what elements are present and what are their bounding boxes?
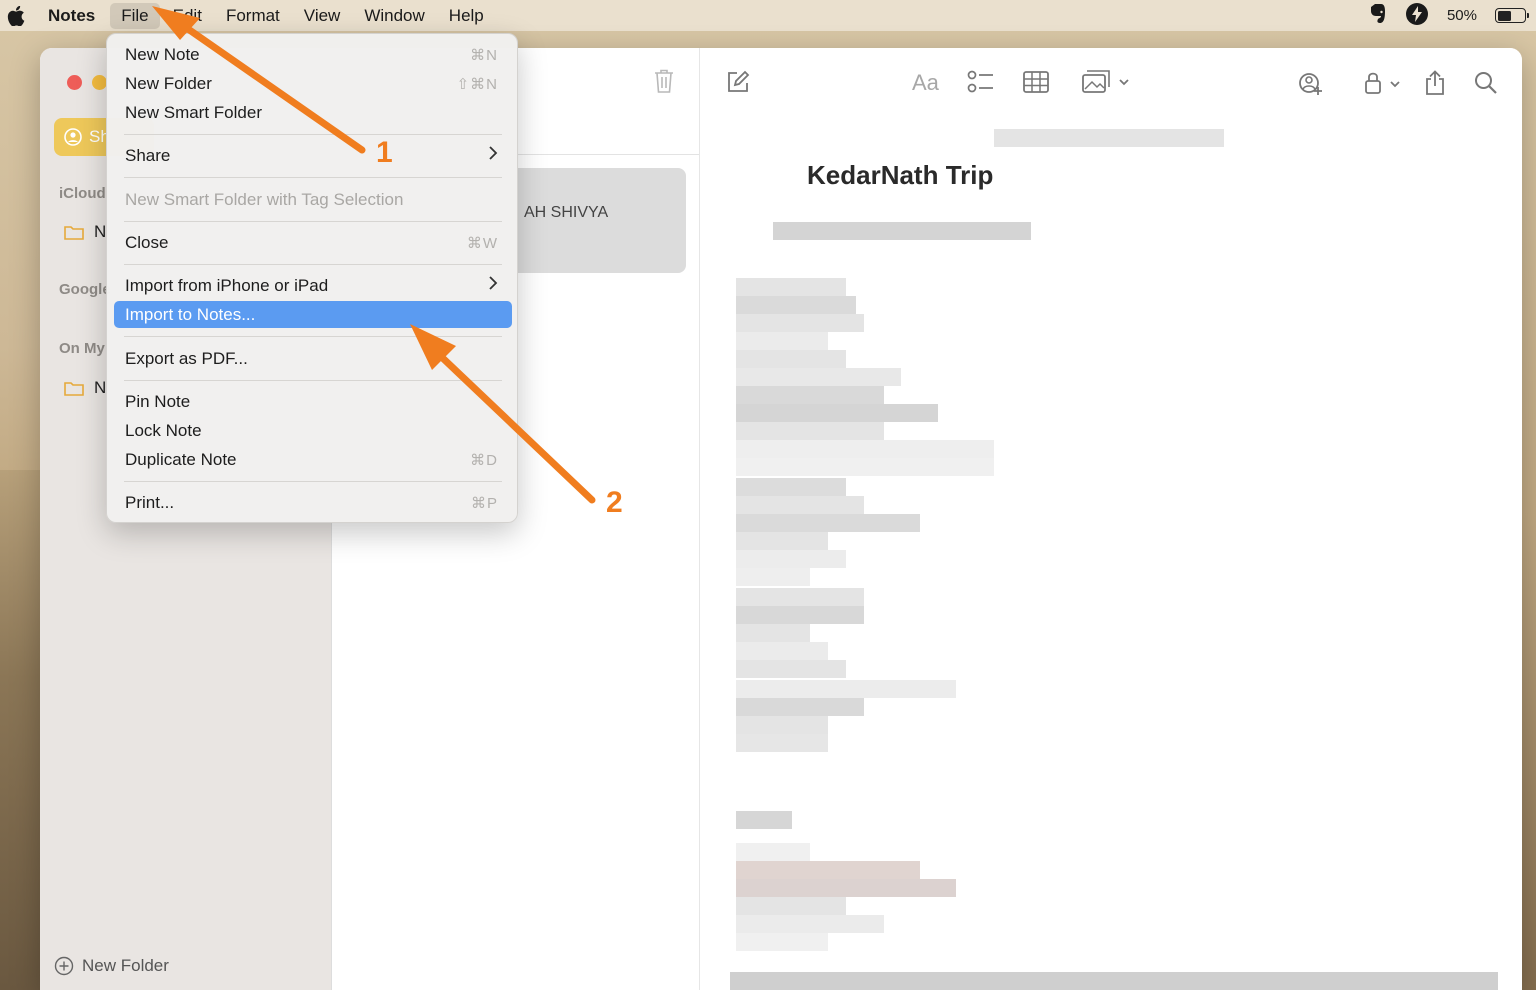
file-menu-dropdown: New Note ⌘N New Folder ⇧⌘N New Smart Fol… <box>106 33 518 523</box>
close-window-button[interactable] <box>67 75 82 90</box>
evernote-icon[interactable] <box>1367 3 1387 29</box>
blurred-date <box>994 129 1224 147</box>
search-icon[interactable] <box>1473 70 1499 101</box>
menu-separator <box>124 264 502 265</box>
menu-item-label: Close <box>125 232 169 252</box>
sidebar-folder-label: N <box>94 378 107 397</box>
share-icon[interactable] <box>1423 70 1447 101</box>
menu-item-new-folder[interactable]: New Folder ⇧⌘N <box>114 70 512 97</box>
menu-item-label: Export as PDF... <box>125 348 248 368</box>
note-list-item-title: AH SHIVYA <box>524 204 609 221</box>
step-1-label: 1 <box>376 136 393 169</box>
menu-separator <box>124 380 502 381</box>
folder-icon <box>64 226 84 240</box>
blurred-subtitle <box>773 222 1031 240</box>
menu-item-print[interactable]: Print... ⌘P <box>114 489 512 516</box>
sidebar-folder-icloud[interactable]: N <box>64 222 106 242</box>
menu-item-new-note[interactable]: New Note ⌘N <box>114 41 512 68</box>
menu-item-export-pdf[interactable]: Export as PDF... <box>114 345 512 372</box>
menu-item-label: New Note <box>125 44 200 64</box>
menu-item-label: New Smart Folder <box>125 102 262 122</box>
sidebar-section-google: Google <box>59 281 111 298</box>
menu-item-close[interactable]: Close ⌘W <box>114 229 512 256</box>
menu-app-name[interactable]: Notes <box>48 3 106 29</box>
note-editor: Aa KedarNath Trip <box>700 48 1522 990</box>
note-title[interactable]: KedarNath Trip <box>807 160 993 191</box>
format-text-button[interactable]: Aa <box>912 70 939 96</box>
menu-shortcut: ⌘W <box>466 234 498 252</box>
sidebar-folder-label: N <box>94 222 107 241</box>
menu-item-import-iphone[interactable]: Import from iPhone or iPad <box>114 272 512 299</box>
menu-item-share[interactable]: Share <box>114 142 512 169</box>
new-folder-label: New Folder <box>82 956 169 975</box>
bolt-icon[interactable] <box>1405 2 1429 30</box>
lock-icon[interactable] <box>1363 70 1403 101</box>
folder-icon <box>64 382 84 396</box>
menu-separator <box>124 336 502 337</box>
menu-item-pin-note[interactable]: Pin Note <box>114 388 512 415</box>
menu-separator <box>124 221 502 222</box>
menu-item-label: Pin Note <box>125 391 191 411</box>
menu-item-label: Import to Notes... <box>125 304 256 324</box>
plus-circle-icon <box>54 956 74 976</box>
menu-item-label: Duplicate Note <box>125 449 237 469</box>
menu-item-new-smart-folder-tag: New Smart Folder with Tag Selection <box>114 186 512 213</box>
menu-view[interactable]: View <box>293 3 352 29</box>
trash-icon[interactable] <box>652 68 676 99</box>
menu-separator <box>124 481 502 482</box>
menu-shortcut: ⌘D <box>470 451 498 469</box>
menu-window[interactable]: Window <box>353 3 435 29</box>
checklist-icon[interactable] <box>967 70 995 99</box>
menu-item-lock-note[interactable]: Lock Note <box>114 417 512 444</box>
menu-separator <box>124 134 502 135</box>
menu-item-new-smart-folder[interactable]: New Smart Folder <box>114 99 512 126</box>
sidebar-section-icloud: iCloud <box>59 185 106 202</box>
battery-fill <box>1497 10 1511 21</box>
menu-format[interactable]: Format <box>215 3 291 29</box>
menu-item-label: Share <box>125 145 171 165</box>
menu-item-duplicate-note[interactable]: Duplicate Note ⌘D <box>114 446 512 473</box>
battery-icon[interactable] <box>1495 8 1529 23</box>
step-2-label: 2 <box>606 486 623 519</box>
chevron-right-icon <box>488 276 498 295</box>
apple-logo-icon[interactable] <box>4 5 28 26</box>
chevron-right-icon <box>488 146 498 165</box>
menu-shortcut: ⇧⌘N <box>456 75 498 93</box>
menu-shortcut: ⌘N <box>470 46 498 64</box>
menu-item-label: Import from iPhone or iPad <box>125 275 329 295</box>
menu-bar: Notes File Edit Format View Window Help … <box>0 0 1536 31</box>
sidebar-section-on-my-mac: On My <box>59 340 105 357</box>
collaborate-icon[interactable] <box>1295 70 1325 101</box>
menu-edit[interactable]: Edit <box>162 3 213 29</box>
menu-item-label: Print... <box>125 492 175 512</box>
menu-item-label: New Smart Folder with Tag Selection <box>125 189 404 209</box>
person-circle-icon <box>64 128 82 146</box>
new-folder-button[interactable]: New Folder <box>54 956 169 976</box>
status-area: 50% <box>1367 0 1536 31</box>
sidebar-folder-local[interactable]: N <box>64 378 106 398</box>
menu-separator <box>124 177 502 178</box>
menu-item-label: New Folder <box>125 73 212 93</box>
menu-item-import-to-notes[interactable]: Import to Notes... <box>114 301 512 328</box>
menu-item-label: Lock Note <box>125 420 202 440</box>
battery-percent: 50% <box>1446 7 1477 24</box>
menu-help[interactable]: Help <box>438 3 495 29</box>
menu-shortcut: ⌘P <box>470 494 498 512</box>
compose-icon[interactable] <box>726 70 750 99</box>
table-icon[interactable] <box>1022 70 1050 99</box>
menu-file[interactable]: File <box>110 2 160 29</box>
minimize-window-button[interactable] <box>92 75 107 90</box>
media-icon[interactable] <box>1081 70 1131 99</box>
